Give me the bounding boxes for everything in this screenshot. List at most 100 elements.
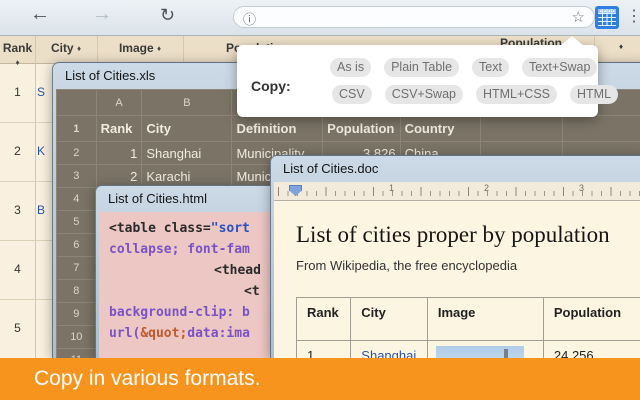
ruler-number: 3 — [579, 183, 584, 193]
sheet-cell[interactable]: Population — [323, 116, 400, 142]
doc-cell-rank: 1 — [297, 341, 351, 359]
city-link[interactable]: B — [37, 203, 45, 217]
ruler: 1 2 3 — [274, 182, 640, 201]
info-icon[interactable]: ⓘ — [243, 9, 256, 28]
code-token: <t — [244, 284, 260, 299]
doc-header-cell: City — [351, 298, 428, 341]
copy-label: Copy: — [251, 78, 291, 94]
window-title-doc[interactable]: List of Cities.doc — [271, 156, 640, 181]
copy-as-is-button[interactable]: As is — [330, 58, 371, 77]
row-number[interactable]: 8 — [57, 280, 97, 303]
sort-icon[interactable]: ♦ — [157, 44, 161, 53]
row-number[interactable]: 2 — [57, 142, 97, 165]
doc-header-cell: Image — [427, 298, 543, 341]
column-header-city[interactable]: City ♦ — [35, 41, 97, 55]
city-link[interactable]: Shanghai — [351, 341, 428, 359]
code-token: data:ima — [187, 326, 250, 341]
code-line: url(&quot;data:ima — [109, 323, 291, 344]
code-token: background-clip: b — [109, 305, 250, 320]
code-line: background-clip: b — [109, 302, 291, 323]
city-link[interactable]: K — [37, 144, 45, 158]
rank-cell: 3 — [0, 203, 35, 217]
row-number[interactable]: 4 — [57, 188, 97, 211]
copy-format-row: CSV CSV+Swap HTML+CSS HTML — [332, 85, 618, 104]
doc-cell-population: 24,256, — [543, 341, 640, 359]
extension-popup: Copy: As is Plain Table Text Text+Swap C… — [237, 45, 598, 117]
code-token: <thead — [214, 263, 261, 278]
sheet-header-row: 1 Rank City Definition Population Countr… — [57, 116, 640, 142]
corner-cell[interactable] — [57, 90, 97, 116]
browser-toolbar: ← → ↻ ⓘ ☆ ⋮ — [0, 0, 640, 36]
sort-icon[interactable]: ♦ — [77, 44, 81, 53]
row-number[interactable]: 6 — [57, 234, 97, 257]
bookmark-star-icon[interactable]: ☆ — [572, 8, 585, 26]
copy-text-swap-button[interactable]: Text+Swap — [522, 58, 598, 77]
row-number[interactable]: 10 — [57, 326, 97, 349]
window-title-html[interactable]: List of Cities.html — [96, 186, 294, 211]
document-page: List of cities proper by population From… — [274, 200, 640, 358]
copy-format-row: As is Plain Table Text Text+Swap — [330, 58, 597, 77]
code-line: collapse; font-fam — [109, 239, 291, 260]
caption-text: Copy in various formats. — [34, 358, 260, 400]
copy-html-button[interactable]: HTML — [570, 85, 618, 104]
sheet-cell[interactable] — [562, 116, 640, 142]
caption-banner: Copy in various formats. — [0, 358, 640, 400]
row-number[interactable]: 7 — [57, 257, 97, 280]
column-header-label: Rank — [3, 41, 32, 55]
column-header-image[interactable]: Image ♦ — [97, 41, 183, 55]
ruler-number: 2 — [484, 183, 489, 193]
row-number[interactable]: 3 — [57, 165, 97, 188]
code-token: &quot; — [140, 326, 187, 341]
window-html: List of Cities.html <table class="sort c… — [95, 185, 295, 358]
copy-text-button[interactable]: Text — [472, 58, 509, 77]
document-table: Rank City Image Population 1 Shanghai 24… — [296, 297, 640, 358]
row-number[interactable]: 11 — [57, 349, 97, 359]
document-heading: List of cities proper by population — [296, 222, 640, 248]
code-line: <t — [109, 281, 291, 302]
back-icon[interactable]: ← — [30, 3, 50, 26]
column-header-label: Image — [119, 41, 154, 55]
rank-cell: 4 — [0, 262, 35, 276]
copy-csv-swap-button[interactable]: CSV+Swap — [385, 85, 463, 104]
forward-icon[interactable]: → — [92, 3, 112, 26]
window-doc: List of Cities.doc 1 2 3 List of cities … — [270, 155, 640, 358]
col-letter[interactable]: B — [142, 90, 232, 116]
address-bar[interactable]: ⓘ ☆ — [233, 6, 595, 28]
sort-icon[interactable]: ♦ — [619, 42, 623, 51]
col-letter[interactable]: A — [96, 90, 142, 116]
rank-cell: 1 — [0, 85, 35, 99]
browser-menu-icon[interactable]: ⋮ — [626, 6, 640, 26]
document-subtitle: From Wikipedia, the free encyclopedia — [296, 258, 640, 273]
code-area: <table class="sort collapse; font-fam <t… — [99, 212, 291, 358]
code-token: url( — [109, 326, 140, 341]
copy-plain-table-button[interactable]: Plain Table — [384, 58, 459, 77]
code-token: "sort — [211, 221, 250, 236]
sheet-cell[interactable]: Rank — [96, 116, 142, 142]
copy-html-css-button[interactable]: HTML+CSS — [476, 85, 557, 104]
doc-header-cell: Population — [543, 298, 640, 341]
rank-cell: 5 — [0, 321, 35, 335]
sheet-cell[interactable]: Shanghai — [142, 142, 232, 165]
doc-header-cell: Rank — [297, 298, 351, 341]
doc-cell-image — [427, 341, 543, 359]
code-token: collapse; font-fam — [109, 242, 250, 257]
screenshot-root: Rank ♦ City ♦ Image ♦ Population Total P… — [0, 0, 640, 400]
code-token: <table class= — [109, 221, 211, 236]
row-number[interactable]: 9 — [57, 303, 97, 326]
code-line: <thead — [109, 260, 291, 281]
sheet-cell[interactable]: Country — [400, 116, 480, 142]
sheet-cell[interactable] — [480, 116, 562, 142]
row-number[interactable]: 1 — [57, 116, 97, 142]
sheet-cell[interactable]: 1 — [96, 142, 142, 165]
sheet-cell[interactable]: City — [142, 116, 232, 142]
sheet-cell[interactable]: Definition — [232, 116, 323, 142]
code-line: <table class="sort — [109, 218, 291, 239]
tower-silhouette — [504, 349, 508, 358]
extension-icon[interactable] — [595, 6, 619, 29]
popup-arrow-icon — [560, 36, 584, 46]
ruler-number: 1 — [389, 183, 394, 193]
city-link[interactable]: S — [37, 85, 45, 99]
reload-icon[interactable]: ↻ — [160, 5, 175, 26]
row-number[interactable]: 5 — [57, 211, 97, 234]
copy-csv-button[interactable]: CSV — [332, 85, 372, 104]
